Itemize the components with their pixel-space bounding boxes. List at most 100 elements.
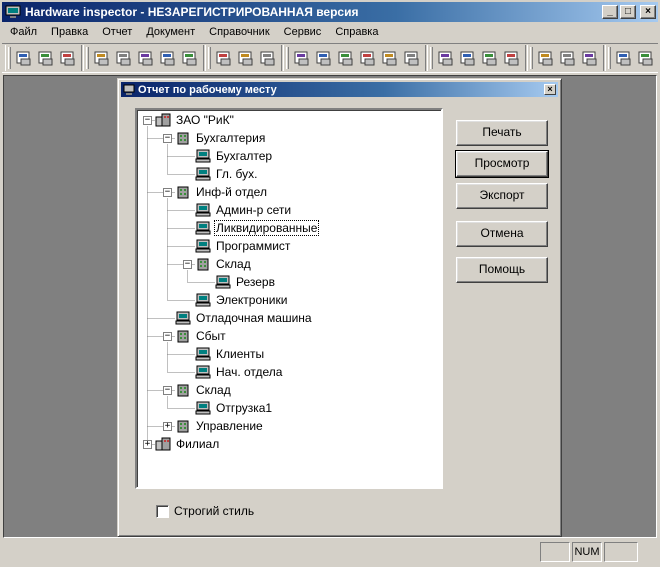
main-window: Hardware inspector - НЕЗАРЕГИСТРИРОВАННА…	[0, 0, 660, 567]
preview-button[interactable]: Просмотр	[455, 150, 549, 178]
tree-node[interactable]: Бухгалтерия	[175, 130, 267, 146]
network-icon[interactable]	[557, 47, 579, 69]
toolbar-grip[interactable]	[86, 47, 89, 69]
tree-collapse-button[interactable]: −	[183, 260, 192, 269]
recycle-icon[interactable]	[613, 47, 635, 69]
printer-icon[interactable]	[13, 47, 35, 69]
department-icon	[177, 330, 189, 343]
copy-icon[interactable]	[113, 47, 135, 69]
computer-icon	[195, 167, 211, 181]
tree-node[interactable]: ЗАО "РиК"	[155, 112, 236, 128]
tree-node[interactable]: Склад	[175, 382, 233, 398]
tree-node-label: Ликвидированные	[214, 220, 320, 236]
organization-icon	[155, 113, 171, 127]
cart-icon[interactable]	[479, 47, 501, 69]
tree-collapse-button[interactable]: −	[163, 134, 172, 143]
dialog-title: Отчет по рабочему месту	[138, 83, 277, 96]
computer-icon	[175, 311, 191, 325]
tree-node[interactable]: Управление	[175, 418, 265, 434]
tree-node[interactable]: Резерв	[215, 274, 277, 290]
print-button[interactable]: Печать	[456, 120, 548, 146]
hand-icon[interactable]	[501, 47, 523, 69]
layers-icon[interactable]	[579, 47, 601, 69]
undo-icon[interactable]	[157, 47, 179, 69]
toolbar-grip[interactable]	[608, 47, 611, 69]
users-icon[interactable]	[213, 47, 235, 69]
tree-collapse-button[interactable]: −	[163, 332, 172, 341]
monitor-icon[interactable]	[313, 47, 335, 69]
minimize-button[interactable]: _	[602, 5, 618, 19]
toolbar-grip[interactable]	[530, 47, 533, 69]
computer-icon	[195, 203, 211, 217]
tree-node[interactable]: Ликвидированные	[195, 220, 320, 236]
chart-icon[interactable]	[401, 47, 423, 69]
numbered-list-icon[interactable]	[379, 47, 401, 69]
tree-node[interactable]: Филиал	[155, 436, 221, 452]
tree-node[interactable]: Гл. бух.	[195, 166, 259, 182]
tree-node[interactable]: Склад	[195, 256, 253, 272]
tree-node-label: Программист	[216, 239, 291, 253]
export-button[interactable]: Экспорт	[456, 183, 548, 209]
export-excel-icon[interactable]	[57, 47, 79, 69]
tree-node[interactable]: Инф-й отдел	[175, 184, 269, 200]
strict-style-checkbox[interactable]	[156, 504, 169, 518]
tree-node[interactable]: Админ-р сети	[195, 202, 293, 218]
department-tree[interactable]: − ЗАО "РиК" − Бухгалтерия Бухгалтер Гл. бух. −…	[135, 108, 443, 489]
tree-node[interactable]: Отгрузка1	[195, 400, 274, 416]
tree-node[interactable]: Клиенты	[195, 346, 266, 362]
report-icon[interactable]	[357, 47, 379, 69]
wrench-icon[interactable]	[457, 47, 479, 69]
organization-icon	[155, 437, 171, 451]
dialog-close-button[interactable]: ×	[544, 84, 556, 95]
binoculars-icon[interactable]	[235, 47, 257, 69]
computer-icon	[195, 239, 211, 253]
menu-edit[interactable]: Правка	[44, 26, 95, 38]
toolbar-group-6	[527, 45, 604, 71]
cancel-button[interactable]: Отмена	[456, 221, 548, 247]
menu-help[interactable]: Справка	[328, 26, 385, 38]
department-icon	[177, 186, 189, 199]
strict-style-option[interactable]: Строгий стиль	[156, 504, 254, 518]
tree-expand-button[interactable]: +	[143, 440, 152, 449]
tree-node-label: Электроники	[216, 293, 288, 307]
maximize-button[interactable]: □	[620, 5, 636, 19]
menu-report[interactable]: Отчет	[95, 26, 139, 38]
tree-expand-button[interactable]: +	[163, 422, 172, 431]
computer-icon[interactable]	[291, 47, 313, 69]
tree-node[interactable]: Нач. отдела	[195, 364, 284, 380]
tree-node[interactable]: Сбыт	[175, 328, 228, 344]
tree-node-label: Склад	[216, 257, 251, 271]
tree-node[interactable]: Отладочная машина	[175, 310, 314, 326]
tree-node[interactable]: Электроники	[195, 292, 289, 308]
menu-service[interactable]: Сервис	[277, 26, 329, 38]
tree-node[interactable]: Программист	[195, 238, 292, 254]
computer-icon	[195, 401, 211, 415]
close-button[interactable]: ×	[640, 5, 656, 19]
print-preview-icon[interactable]	[35, 47, 57, 69]
menu-reference[interactable]: Справочник	[202, 26, 277, 38]
toolbar-grip[interactable]	[286, 47, 289, 69]
tree-collapse-button[interactable]: −	[143, 116, 152, 125]
window-title: Hardware inspector - НЕЗАРЕГИСТРИРОВАННА…	[25, 5, 359, 19]
copy-pages-icon[interactable]	[535, 47, 557, 69]
menu-document[interactable]: Документ	[139, 26, 202, 38]
status-bar: NUM	[2, 540, 658, 564]
menu-file[interactable]: Файл	[2, 26, 44, 38]
tree-collapse-button[interactable]: −	[163, 188, 172, 197]
paste-icon[interactable]	[135, 47, 157, 69]
help-button[interactable]: Помощь	[456, 257, 548, 283]
cut-icon[interactable]	[91, 47, 113, 69]
app-icon	[5, 5, 21, 18]
document-icon[interactable]	[335, 47, 357, 69]
tree-collapse-button[interactable]: −	[163, 386, 172, 395]
department-icon	[177, 420, 189, 433]
pc-settings-icon[interactable]	[635, 47, 657, 69]
toolbar-grip[interactable]	[430, 47, 433, 69]
open-folder-icon[interactable]	[257, 47, 279, 69]
toolbar-grip[interactable]	[8, 47, 11, 69]
book-icon[interactable]	[179, 47, 201, 69]
tools-icon[interactable]	[435, 47, 457, 69]
toolbar-grip[interactable]	[208, 47, 211, 69]
tree-node[interactable]: Бухгалтер	[195, 148, 274, 164]
tree-node-label: Гл. бух.	[216, 167, 258, 181]
